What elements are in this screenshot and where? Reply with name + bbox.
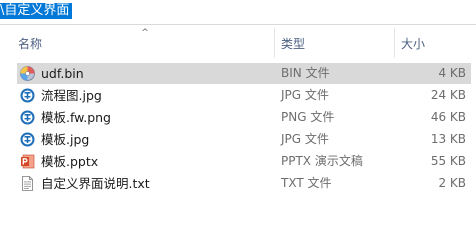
image-viewer-icon — [20, 88, 35, 103]
file-row[interactable]: 流程图.jpg JPG 文件 24 KB — [17, 85, 471, 106]
file-name: 自定义界面说明.txt — [41, 176, 150, 191]
column-header-size[interactable]: 大小 — [394, 28, 476, 58]
file-size: 2 KB — [438, 176, 466, 190]
file-size: 13 KB — [430, 132, 466, 146]
file-size: 24 KB — [430, 88, 466, 102]
file-row[interactable]: 模板.fw.png PNG 文件 46 KB — [17, 107, 471, 128]
column-header-row: ^ 名称 类型 大小 — [0, 28, 476, 58]
column-header-name[interactable]: 名称 — [12, 28, 274, 58]
file-type: BIN 文件 — [281, 66, 330, 80]
file-name: 模板.pptx — [41, 154, 99, 169]
file-type: JPG 文件 — [281, 88, 329, 102]
text-document-icon — [20, 176, 35, 191]
file-name: udf.bin — [41, 66, 84, 81]
file-type: PPTX 演示文稿 — [281, 154, 363, 168]
disc-icon — [20, 66, 35, 81]
file-name: 流程图.jpg — [41, 88, 102, 103]
file-type: JPG 文件 — [281, 132, 329, 146]
file-size: 4 KB — [438, 66, 466, 80]
file-size: 46 KB — [430, 110, 466, 124]
address-path[interactable]: \自定义界面 — [0, 3, 73, 19]
powerpoint-icon — [20, 154, 35, 169]
file-name: 模板.fw.png — [41, 110, 111, 125]
column-header-type[interactable]: 类型 — [274, 28, 394, 58]
file-size: 55 KB — [430, 154, 466, 168]
image-viewer-icon — [20, 132, 35, 147]
file-row[interactable]: 自定义界面说明.txt TXT 文件 2 KB — [17, 173, 471, 194]
file-type: PNG 文件 — [281, 110, 335, 124]
file-row[interactable]: 模板.pptx PPTX 演示文稿 55 KB — [17, 151, 471, 172]
image-viewer-icon — [20, 110, 35, 125]
file-name: 模板.jpg — [41, 132, 90, 147]
address-bar[interactable]: \自定义界面 — [0, 0, 476, 25]
file-row[interactable]: udf.bin BIN 文件 4 KB — [17, 63, 471, 84]
file-row[interactable]: 模板.jpg JPG 文件 13 KB — [17, 129, 471, 150]
file-type: TXT 文件 — [281, 176, 332, 190]
